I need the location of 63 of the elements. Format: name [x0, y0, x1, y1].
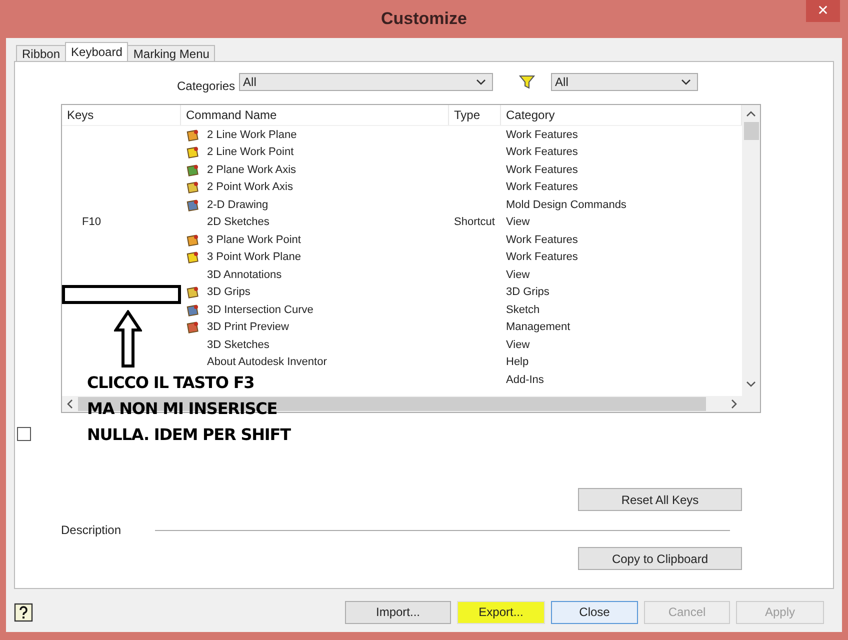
column-header[interactable]: Keys	[62, 105, 181, 125]
close-button[interactable]: ✕	[806, 0, 840, 22]
table-cell: 2 Line Work Plane	[207, 128, 297, 141]
table-cell: Work Features	[506, 251, 578, 264]
help-icon[interactable]	[14, 602, 33, 622]
table-cell: Shortcut	[454, 216, 495, 228]
table-cell: 2 Point Work Axis	[207, 181, 293, 194]
table-cell: 3D Annotations	[207, 268, 282, 281]
reset-all-keys-button[interactable]: Reset All Keys	[578, 488, 742, 511]
table-cell: Work Features	[506, 181, 578, 194]
annotation-text: NULLA. IDEM PER SHIFT	[87, 424, 290, 446]
dialog-button[interactable]: Close	[551, 600, 638, 624]
table-cell: Work Features	[506, 164, 578, 176]
annotation-text: MA NON MI INSERISCE	[87, 398, 278, 420]
dialog-button[interactable]: Export...	[457, 600, 545, 624]
description-label: Description	[61, 523, 122, 537]
tab[interactable]: Ribbon	[16, 45, 66, 61]
scroll-left-icon[interactable]	[66, 399, 74, 409]
categories-label: Categories	[177, 79, 236, 93]
table-cell: Management	[506, 321, 570, 334]
tab[interactable]: Keyboard	[65, 42, 128, 61]
table-cell: View	[506, 268, 530, 281]
tab[interactable]: Marking Menu	[127, 45, 216, 61]
up-arrow-annotation	[114, 310, 142, 368]
table-cell: 3 Plane Work Point	[207, 234, 301, 246]
table-cell: F10	[82, 216, 101, 228]
scroll-up-icon[interactable]	[746, 110, 756, 118]
table-cell: Mold Design Commands	[506, 198, 626, 211]
scroll-down-icon[interactable]	[746, 380, 756, 388]
table-cell: Work Features	[506, 234, 578, 246]
table-cell: 2D Sketches	[207, 216, 270, 228]
table-cell: Sketch	[506, 304, 540, 316]
scroll-thumb[interactable]	[744, 122, 758, 140]
table-cell: 2 Plane Work Axis	[207, 164, 296, 176]
window-title: Customize	[381, 9, 467, 29]
table-cell: 3D Print Preview	[207, 321, 289, 334]
table-cell: 2-D Drawing	[207, 198, 268, 211]
chevron-down-icon	[681, 79, 692, 85]
table-cell: 3D Intersection Curve	[207, 304, 314, 316]
type-dropdown[interactable]: All	[551, 73, 698, 91]
table-cell: Work Features	[506, 146, 578, 158]
table-cell: View	[506, 338, 530, 351]
categories-dropdown[interactable]: All	[239, 73, 494, 91]
table-cell: View	[506, 216, 530, 228]
table-cell: Add-Ins	[506, 374, 544, 386]
scroll-right-icon[interactable]	[730, 399, 738, 409]
chevron-down-icon	[476, 79, 486, 85]
column-header[interactable]: Type	[449, 105, 501, 125]
table-cell: Work Features	[506, 128, 578, 141]
column-header[interactable]: Command Name	[181, 105, 449, 125]
table-cell: 3D Grips	[506, 286, 550, 298]
annotation-text: CLICCO IL TASTO F3	[87, 372, 254, 394]
table-cell: 3 Point Work Plane	[207, 251, 301, 264]
checkbox[interactable]	[17, 427, 31, 441]
copy-to-clipboard-button[interactable]: Copy to Clipboard	[578, 547, 742, 570]
table-cell: Help	[506, 356, 529, 368]
filter-icon[interactable]	[519, 75, 536, 89]
table-cell: 2 Line Work Point	[207, 146, 294, 158]
dialog-button[interactable]: Import...	[345, 600, 451, 624]
table-cell: 3D Sketches	[207, 338, 270, 351]
table-cell: 3D Grips	[207, 286, 250, 298]
vertical-scrollbar[interactable]	[742, 105, 760, 412]
table-cell: About Autodesk Inventor	[207, 356, 327, 368]
